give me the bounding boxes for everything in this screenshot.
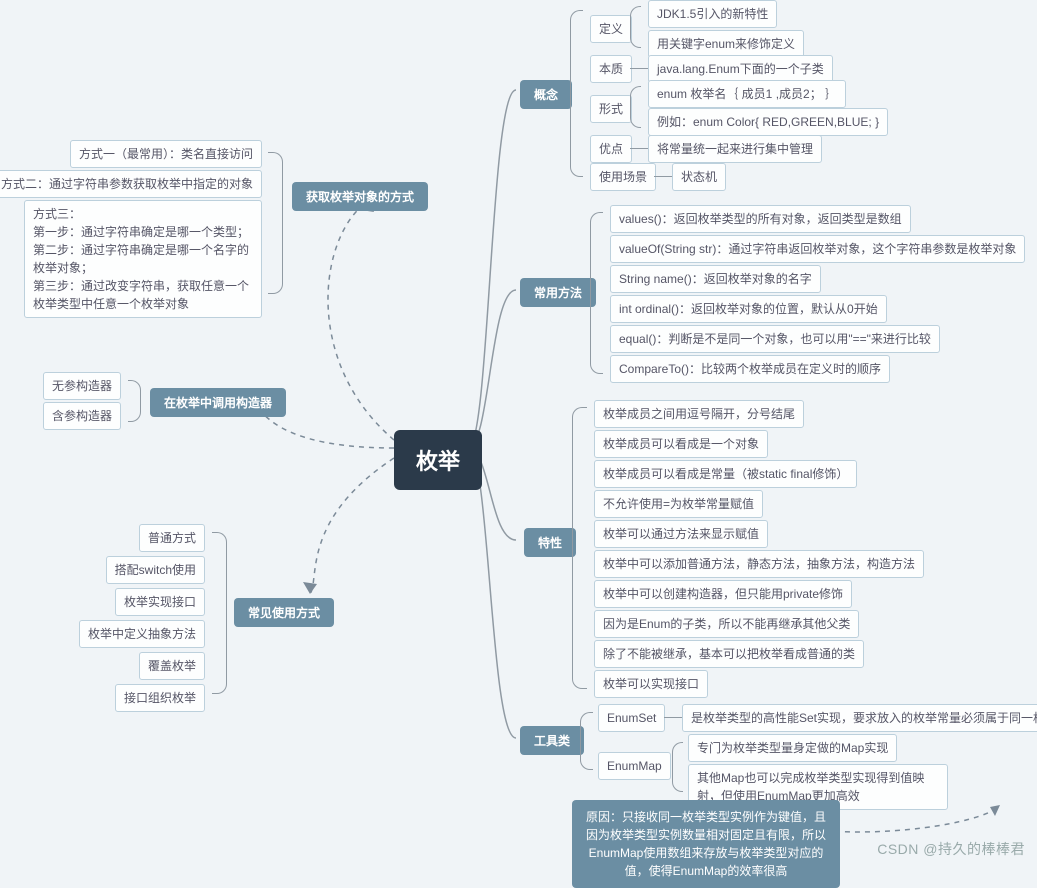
essence-text: java.lang.Enum下面的一个子类 [648, 55, 833, 83]
adv-text: 将常量统一起来进行集中管理 [648, 135, 822, 163]
usage-6: 接口组织枚举 [115, 684, 205, 712]
feat-2: 枚举成员可以看成是一个对象 [594, 430, 768, 458]
method-4: int ordinal()：返回枚举对象的位置，默认从0开始 [610, 295, 887, 323]
sub-form[interactable]: 形式 [590, 95, 632, 123]
method-6: CompareTo()：比较两个枚举成员在定义时的顺序 [610, 355, 890, 383]
method-3: String name()：返回枚举对象的名字 [610, 265, 821, 293]
feat-7: 枚举中可以创建构造器，但只能用private修饰 [594, 580, 852, 608]
feat-3: 枚举成员可以看成是常量（被static final修饰） [594, 460, 857, 488]
sub-essence[interactable]: 本质 [590, 55, 632, 83]
def-item-1: JDK1.5引入的新特性 [648, 0, 777, 28]
cat-methods[interactable]: 常用方法 [520, 278, 596, 307]
sub-usecase[interactable]: 使用场景 [590, 163, 656, 191]
method-1: values()：返回枚举类型的所有对象，返回类型是数组 [610, 205, 911, 233]
enummap-item-1: 专门为枚举类型量身定做的Map实现 [688, 734, 897, 762]
usage-3: 枚举实现接口 [115, 588, 205, 616]
getenum-3: 方式三： 第一步：通过字符串确定是哪一个类型； 第二步：通过字符串确定是哪一个名… [24, 200, 262, 318]
usage-5: 覆盖枚举 [139, 652, 205, 680]
method-2: valueOf(String str)：通过字符串返回枚举对象，这个字符串参数是… [610, 235, 1025, 263]
cat-tools[interactable]: 工具类 [520, 726, 584, 755]
root-node[interactable]: 枚举 [394, 430, 482, 490]
form-item-1: enum 枚举名｛ 成员1 ,成员2； ｝ [648, 80, 846, 108]
cat-features[interactable]: 特性 [524, 528, 576, 557]
usecase-text: 状态机 [672, 163, 726, 191]
cat-constructor[interactable]: 在枚举中调用构造器 [150, 388, 286, 417]
feat-1: 枚举成员之间用逗号隔开，分号结尾 [594, 400, 804, 428]
sub-def[interactable]: 定义 [590, 15, 632, 43]
cat-concept[interactable]: 概念 [520, 80, 572, 109]
cat-usage[interactable]: 常见使用方式 [234, 598, 334, 627]
feat-4: 不允许使用=为枚举常量赋值 [594, 490, 763, 518]
form-item-2: 例如：enum Color{ RED,GREEN,BLUE; } [648, 108, 888, 136]
feat-10: 枚举可以实现接口 [594, 670, 708, 698]
method-5: equal()：判断是不是同一个对象，也可以用"=="来进行比较 [610, 325, 940, 353]
usage-4: 枚举中定义抽象方法 [79, 620, 205, 648]
feat-5: 枚举可以通过方法来显示赋值 [594, 520, 768, 548]
tool-enumset[interactable]: EnumSet [598, 704, 665, 732]
usage-2: 搭配switch使用 [106, 556, 205, 584]
tool-enummap[interactable]: EnumMap [598, 752, 671, 780]
feat-9: 除了不能被继承，基本可以把枚举看成普通的类 [594, 640, 864, 668]
usage-1: 普通方式 [139, 524, 205, 552]
enumset-text: 是枚举类型的高性能Set实现，要求放入的枚举常量必须属于同一枚举类型 [682, 704, 1037, 732]
sub-adv[interactable]: 优点 [590, 135, 632, 163]
watermark: CSDN @持久的棒棒君 [877, 839, 1025, 859]
getenum-1: 方式一（最常用）：类名直接访问 [70, 140, 262, 168]
feat-6: 枚举中可以添加普通方法，静态方法，抽象方法，构造方法 [594, 550, 924, 578]
cat-getenum[interactable]: 获取枚举对象的方式 [292, 182, 428, 211]
feat-8: 因为是Enum的子类，所以不能再继承其他父类 [594, 610, 859, 638]
ctor-1: 无参构造器 [43, 372, 121, 400]
def-item-2: 用关键字enum来修饰定义 [648, 30, 804, 58]
ctor-2: 含参构造器 [43, 402, 121, 430]
enummap-note: 原因：只接收同一枚举类型实例作为键值，且因为枚举类型实例数量相对固定且有限，所以… [572, 800, 840, 888]
getenum-2: 方式二：通过字符串参数获取枚举中指定的对象 [0, 170, 262, 198]
